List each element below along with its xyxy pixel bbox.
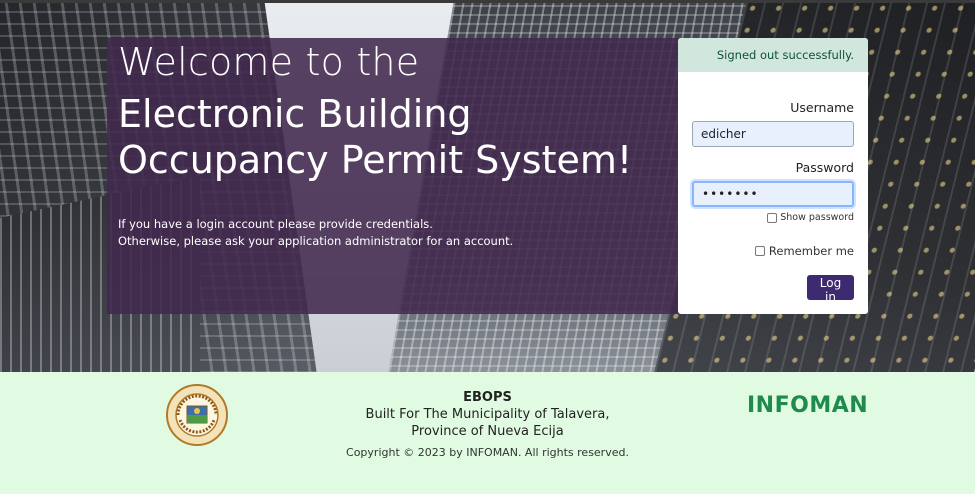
alert-message: Signed out successfully. — [716, 48, 854, 62]
footer-app-name: EBOPS — [463, 390, 512, 405]
username-label: Username — [790, 100, 854, 115]
show-password-toggle[interactable]: Show password — [767, 212, 854, 223]
footer-province: Province of Nueva Ecija — [411, 424, 564, 439]
talavera-seal-logo — [166, 384, 228, 446]
welcome-heading-line1: Welcome to the — [118, 40, 420, 84]
footer-municipality: Built For The Municipality of Talavera, — [365, 407, 610, 422]
password-label: Password — [795, 160, 854, 175]
login-button[interactable]: Log in — [807, 275, 854, 304]
instruction-line-2: Otherwise, please ask your application a… — [118, 234, 514, 248]
infoman-logo: INFOMAN — [747, 393, 869, 418]
show-password-checkbox[interactable] — [767, 212, 778, 223]
show-password-label: Show password — [780, 212, 854, 223]
username-input[interactable] — [692, 121, 854, 147]
welcome-heading-line2: Electronic Building Occupancy Permit Sys… — [118, 92, 633, 182]
login-form: Signed out successfully. Username Passwo… — [678, 38, 868, 314]
remember-me-toggle[interactable]: Remember me — [754, 244, 854, 258]
welcome-panel: Welcome to the Electronic Building Occup… — [107, 38, 679, 314]
page-footer: EBOPS Built For The Municipality of Tala… — [0, 372, 975, 494]
password-input[interactable] — [692, 181, 854, 207]
footer-copyright: Copyright © 2023 by INFOMAN. All rights … — [346, 446, 629, 459]
instruction-line-1: If you have a login account please provi… — [118, 217, 433, 231]
welcome-instructions: If you have a login account please provi… — [118, 216, 513, 250]
signout-alert: Signed out successfully. — [678, 38, 868, 72]
remember-me-label: Remember me — [768, 244, 854, 258]
remember-me-checkbox[interactable] — [754, 246, 765, 256]
footer-info: EBOPS Built For The Municipality of Tala… — [300, 389, 675, 459]
